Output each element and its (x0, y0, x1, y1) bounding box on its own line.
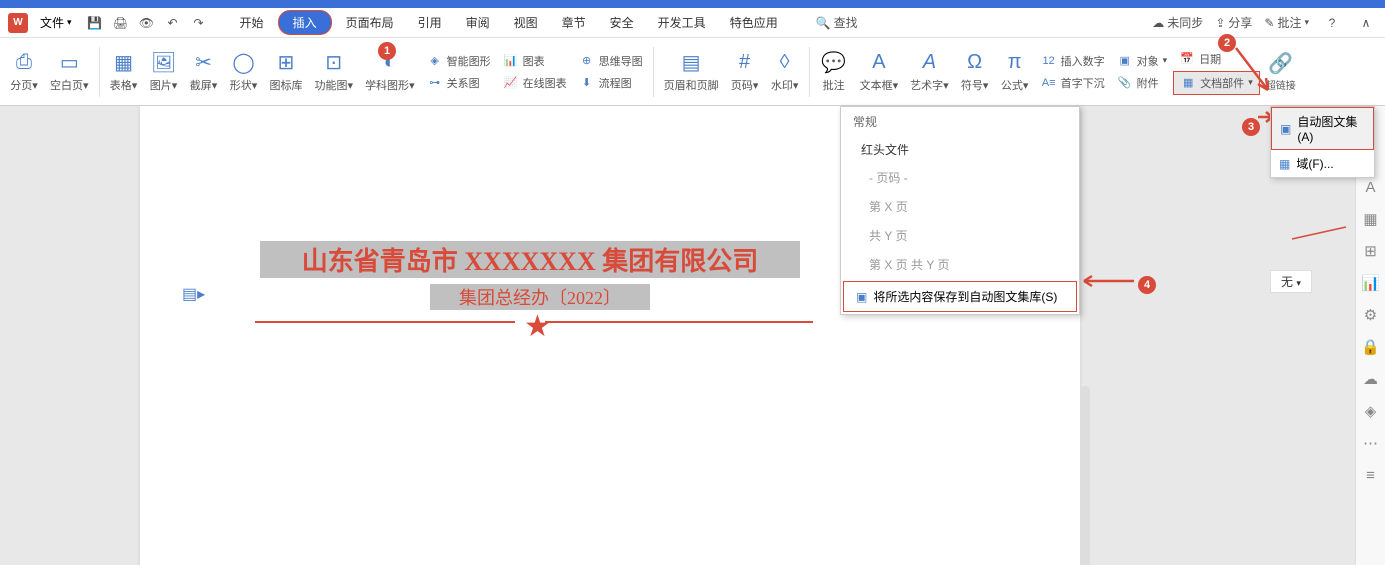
annotate-button[interactable]: ✎ 批注▾ (1264, 14, 1309, 31)
tab-review[interactable]: 审阅 (456, 10, 500, 35)
cloud-icon: ☁ (1152, 16, 1164, 30)
tab-reference[interactable]: 引用 (408, 10, 452, 35)
sp-table-icon[interactable]: ▦ (1362, 210, 1380, 228)
iconlib-button[interactable]: ⊞图标库 (264, 47, 309, 97)
dd-redhead-item[interactable]: 红头文件 (841, 136, 1079, 163)
dd-pagenum-header: - 页码 - (841, 163, 1079, 192)
tab-view[interactable]: 视图 (504, 10, 548, 35)
red-divider-right (545, 321, 813, 323)
badge-1: 1 (378, 42, 396, 60)
symbol-button[interactable]: Ω符号▾ (955, 47, 995, 97)
sp-more-icon[interactable]: ⋯ (1362, 434, 1380, 452)
red-divider-left (255, 321, 515, 323)
wordart-button[interactable]: A艺术字▾ (904, 47, 955, 97)
tab-insert[interactable]: 插入 (278, 10, 332, 35)
dd-pagex-item[interactable]: 第 X 页 (841, 192, 1079, 221)
preview-icon[interactable]: 👁 (138, 14, 156, 32)
sp-chart-icon[interactable]: 📊 (1362, 274, 1380, 292)
tab-special[interactable]: 特色应用 (720, 10, 788, 35)
field-icon: ▦ (1279, 157, 1290, 171)
sp-lock-icon[interactable]: 🔒 (1362, 338, 1380, 356)
sp-cloud-icon[interactable]: ☁ (1362, 370, 1380, 388)
unsync-button[interactable]: ☁ 未同步 (1152, 14, 1203, 31)
dd-save-item[interactable]: ▣ 将所选内容保存到自动图文集库(S) (843, 281, 1077, 312)
workspace: ▤▸ 山东省青岛市 XXXXXXX 集团有限公司 集团总经办〔2022〕 ★ (0, 106, 1355, 565)
dd-general-header: 常规 (841, 107, 1079, 136)
dd-pagexofy-item[interactable]: 第 X 页 共 Y 页 (841, 250, 1079, 279)
redo-icon[interactable]: ↷ (190, 14, 208, 32)
tab-pagelayout[interactable]: 页面布局 (336, 10, 404, 35)
file-menu[interactable]: 文件▾ (32, 12, 80, 33)
object-button[interactable]: ▣对象▾ (1111, 51, 1174, 71)
scrollbar-vertical[interactable] (1080, 386, 1090, 565)
red-star-icon: ★ (524, 309, 551, 344)
tab-security[interactable]: 安全 (600, 10, 644, 35)
docparts-dropdown: 常规 红头文件 - 页码 - 第 X 页 共 Y 页 第 X 页 共 Y 页 ▣… (840, 106, 1080, 315)
relation-button[interactable]: ⊶关系图 (421, 73, 497, 93)
red-diagonal (1290, 225, 1350, 243)
undo-icon[interactable]: ↶ (164, 14, 182, 32)
arrow-2 (1230, 42, 1280, 102)
search-button[interactable]: 🔍 查找 (816, 14, 858, 31)
headerfooter-button[interactable]: ▤页眉和页脚 (658, 47, 725, 97)
table-button[interactable]: ▦表格▾ (104, 47, 144, 97)
doc-title[interactable]: 山东省青岛市 XXXXXXX 集团有限公司 (260, 241, 800, 278)
ribbon: ⎙分页▾ ▭空白页▾ ▦表格▾ 🖼图片▾ ✂截屏▾ ◯形状▾ ⊞图标库 ⊡功能图… (0, 38, 1385, 106)
sp-grid-icon[interactable]: ⊞ (1362, 242, 1380, 260)
sp-layers-icon[interactable]: ◈ (1362, 402, 1380, 420)
share-button[interactable]: ⇪ 分享 (1215, 14, 1252, 31)
print-icon[interactable]: 🖨 (112, 14, 130, 32)
search-icon: 🔍 (816, 16, 831, 30)
flowchart-button[interactable]: ⬇流程图 (573, 73, 649, 93)
attachment-button[interactable]: 📎附件 (1111, 73, 1174, 93)
doc-subtitle[interactable]: 集团总经办〔2022〕 (430, 284, 650, 310)
picture-button[interactable]: 🖼图片▾ (144, 47, 184, 97)
mindmap-button[interactable]: ⊕思维导图 (573, 51, 649, 71)
share-icon: ⇪ (1215, 16, 1225, 30)
smartshape-button[interactable]: ◈智能图形 (421, 51, 497, 71)
sp-list-icon[interactable]: ≡ (1362, 466, 1380, 484)
chart-button[interactable]: 📊图表 (497, 51, 573, 71)
funcchart-button[interactable]: ⊡功能图▾ (309, 47, 360, 97)
sp-font-icon[interactable]: A (1362, 178, 1380, 196)
menubar: W 文件▾ 💾 🖨 👁 ↶ ↷ 开始 插入 页面布局 引用 审阅 视图 章节 安… (0, 8, 1385, 38)
tab-section[interactable]: 章节 (552, 10, 596, 35)
sp-settings-icon[interactable]: ⚙ (1362, 306, 1380, 324)
autotext-icon: ▣ (1280, 122, 1291, 136)
watermark-button[interactable]: ◊水印▾ (765, 47, 805, 97)
save-gallery-icon: ▣ (856, 290, 867, 304)
pagenum-button[interactable]: #页码▾ (725, 47, 765, 97)
onlinechart-button[interactable]: 📈在线图表 (497, 73, 573, 93)
tab-start[interactable]: 开始 (230, 10, 274, 35)
tab-devtools[interactable]: 开发工具 (648, 10, 716, 35)
annotate-icon: ✎ (1264, 16, 1274, 30)
blankpage-button[interactable]: ▭空白页▾ (44, 47, 95, 97)
arrow-4 (1078, 274, 1138, 288)
textbox-button[interactable]: A文本框▾ (854, 47, 905, 97)
shape-button[interactable]: ◯形状▾ (224, 47, 264, 97)
help-icon[interactable]: ? (1323, 14, 1341, 32)
field-item[interactable]: ▦ 域(F)... (1271, 150, 1374, 177)
section-icon[interactable]: ▤▸ (182, 284, 205, 304)
formula-button[interactable]: π公式▾ (995, 47, 1035, 97)
docparts-submenu: ▣ 自动图文集(A) ▦ 域(F)... (1270, 106, 1375, 178)
annotation-button[interactable]: 💬批注 (814, 47, 854, 97)
autotext-item[interactable]: ▣ 自动图文集(A) (1271, 107, 1374, 150)
none-label[interactable]: 无 ▾ (1270, 270, 1312, 293)
badge-4: 4 (1138, 276, 1156, 294)
screenshot-button[interactable]: ✂截屏▾ (184, 47, 224, 97)
dd-totaly-item[interactable]: 共 Y 页 (841, 221, 1079, 250)
insertnum-button[interactable]: 12插入数字 (1035, 51, 1111, 71)
pagebreak-button[interactable]: ⎙分页▾ (4, 47, 44, 97)
dropcap-button[interactable]: A≡首字下沉 (1035, 73, 1111, 93)
collapse-icon[interactable]: ∧ (1357, 14, 1375, 32)
save-icon[interactable]: 💾 (86, 14, 104, 32)
wps-logo: W (8, 13, 28, 33)
